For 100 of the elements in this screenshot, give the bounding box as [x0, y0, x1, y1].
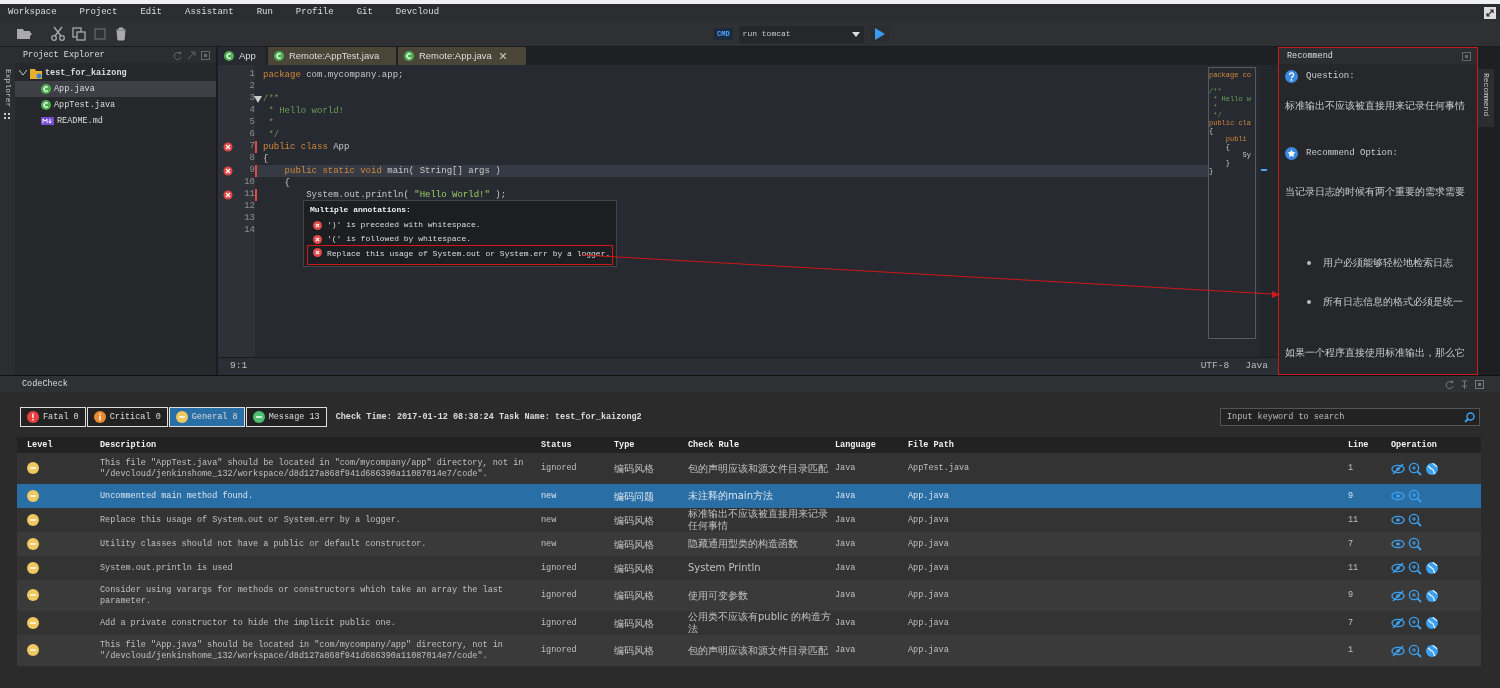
table-row[interactable]: Utility classes should not have a public or default constructor. new 编码风格 隐藏通用型类的构造函数 Java App.java 7 — [17, 532, 1481, 556]
editor-tab[interactable]: Remote:App.java — [397, 47, 526, 65]
search-icon[interactable] — [1408, 616, 1422, 630]
filter-tab[interactable]: General 8 — [168, 407, 245, 427]
menu-item[interactable]: Assistant — [185, 6, 234, 20]
column-header[interactable]: Type — [614, 438, 688, 452]
globe-icon[interactable] — [1425, 643, 1439, 658]
globe-icon[interactable] — [1425, 561, 1439, 575]
tree-item[interactable]: test_for_kaizong — [15, 65, 216, 81]
search-icon[interactable] — [1408, 588, 1422, 603]
filter-tab[interactable]: Message 13 — [245, 407, 327, 427]
error-icon — [313, 220, 322, 230]
table-row[interactable] — [17, 453, 1481, 484]
menu-item[interactable]: Workspace — [8, 6, 57, 20]
table-row[interactable]: System.out.println is used ignored 编码风格 System Println Java App.java 11 — [17, 556, 1481, 580]
search-icon[interactable] — [1408, 513, 1422, 527]
run-config-select[interactable]: run tomcat — [738, 25, 864, 43]
table-cell-text: new — [541, 537, 558, 551]
hidden-icon[interactable] — [1391, 461, 1405, 476]
table-cell-text: Java — [835, 537, 857, 551]
menu-item[interactable]: Git — [356, 6, 373, 20]
pin-icon[interactable] — [1460, 379, 1469, 389]
table-cell-text: Replace this usage of System.out or System.err by a logger. — [100, 513, 402, 527]
code-token: System.out.println( — [305, 189, 410, 201]
file-icon — [403, 51, 414, 61]
hidden-icon[interactable] — [1391, 588, 1405, 603]
menu-item[interactable]: Run — [256, 6, 273, 20]
table-cell-text: This file "App.java" should be located in "com/mycompany/app" directory, not in "/devcloud/jenkinshome_132/workspace/d8d127a868f941d686390a11087014e7/code". — [100, 638, 504, 663]
file-icon — [224, 51, 234, 61]
column-header[interactable]: Description — [100, 436, 541, 454]
filter-tab[interactable]: Fatal 0 — [20, 407, 86, 427]
view-icon[interactable] — [1391, 513, 1405, 527]
menu-item[interactable]: Edit — [140, 6, 163, 20]
column-header[interactable]: Level — [17, 438, 100, 452]
editor-tab[interactable]: App — [218, 47, 266, 65]
collapse-icon[interactable] — [187, 50, 196, 60]
bullet-icon — [1307, 261, 1311, 265]
column-header[interactable]: Check Rule — [688, 439, 835, 451]
close-icon[interactable] — [499, 53, 506, 59]
globe-icon[interactable] — [1425, 588, 1439, 603]
hidden-icon[interactable] — [1391, 643, 1405, 658]
question-text: 标准输出不应该被直接用来记录任何事情 — [1285, 98, 1466, 113]
search-box[interactable]: Input keyword to search — [1220, 408, 1480, 426]
globe-icon[interactable] — [1425, 616, 1439, 630]
column-header[interactable]: File Path — [908, 438, 1348, 452]
column-header[interactable]: Operation — [1391, 438, 1481, 452]
tree-icon[interactable] — [3, 113, 12, 120]
tree-item[interactable]: App.java — [15, 81, 216, 97]
refresh-icon[interactable] — [173, 50, 182, 60]
table-row[interactable]: This file "App.java" should be located in "com/mycompany/app" directory, not in "/devcloud/jenkinshome_132/workspace/d8d127a868f941d686390a11087014e7/code". ignored 编码风格 包的声明应该和源文件目录匹配 Java App.java 1 — [17, 635, 1481, 666]
menu-item[interactable]: Profile — [295, 6, 334, 20]
view-icon[interactable] — [1391, 537, 1405, 551]
line-number: 7 — [248, 140, 255, 154]
hidden-icon[interactable] — [1391, 561, 1405, 575]
tooltip-title: Multiple annotations: — [309, 204, 412, 216]
refresh-icon[interactable] — [1445, 379, 1454, 389]
hidden-icon[interactable] — [1391, 616, 1405, 630]
search-icon[interactable] — [1408, 537, 1422, 551]
table-cell-text: Utility classes should not have a public or default constructor. — [100, 537, 428, 551]
delete-icon[interactable] — [113, 26, 129, 42]
section-label: Recommend Option: — [1306, 146, 1398, 160]
cut-icon[interactable] — [50, 26, 66, 42]
fullscreen-icon[interactable] — [1484, 7, 1496, 19]
line-number: 6 — [248, 128, 255, 142]
column-header[interactable]: Line — [1348, 438, 1391, 452]
maximize-icon[interactable] — [1475, 379, 1484, 389]
copy-icon[interactable] — [71, 26, 87, 42]
maximize-icon[interactable] — [201, 50, 210, 60]
table-cell-text: 编码问题 — [614, 489, 655, 504]
table-cell-text: 编码风格 — [614, 589, 655, 603]
bullet-icon — [1307, 300, 1311, 304]
table-cell-text: 1 — [1348, 462, 1355, 475]
import-icon[interactable] — [16, 26, 32, 42]
cursor-position: 9:1 — [230, 359, 248, 374]
search-icon[interactable] — [1408, 561, 1422, 575]
bullet-item: 用户必须能够轻松地检索日志 — [1285, 255, 1473, 270]
tree-item[interactable]: README.md — [15, 113, 216, 129]
code-token: ); — [494, 189, 507, 201]
column-header[interactable]: Language — [835, 438, 908, 452]
globe-icon[interactable] — [1425, 461, 1439, 476]
expand-caret-icon[interactable] — [19, 70, 27, 76]
code-token: com.mycompany.app; — [305, 69, 404, 81]
search-field[interactable]: Input keyword to search — [1225, 409, 1464, 425]
search-icon[interactable] — [1408, 643, 1422, 658]
table-cell-text: 公用类不应该有public 的构造方法 — [688, 611, 833, 635]
fold-icon[interactable] — [254, 95, 262, 103]
menu-item[interactable]: Devcloud — [395, 6, 440, 20]
column-header[interactable]: Status — [541, 438, 614, 452]
search-icon[interactable] — [1408, 461, 1422, 476]
menu-item[interactable]: Project — [79, 6, 118, 20]
panel-title: Project Explorer — [23, 48, 105, 62]
side-tab[interactable]: Explorer — [1, 69, 14, 108]
table-row[interactable]: Consider using varargs for methods or constructors which take an array the last parameter. ignored 编码风格 使用可变参数 Java App.java 9 — [17, 580, 1481, 611]
editor-tab[interactable]: Remote:AppTest.java — [267, 47, 396, 65]
filter-tab[interactable]: Critical 0 — [86, 407, 168, 427]
search-icon[interactable] — [1464, 411, 1475, 423]
error-icon — [313, 234, 322, 244]
maximize-icon[interactable] — [1462, 51, 1471, 61]
folder-icon — [30, 67, 42, 79]
tree-item[interactable]: AppTest.java — [15, 97, 216, 113]
